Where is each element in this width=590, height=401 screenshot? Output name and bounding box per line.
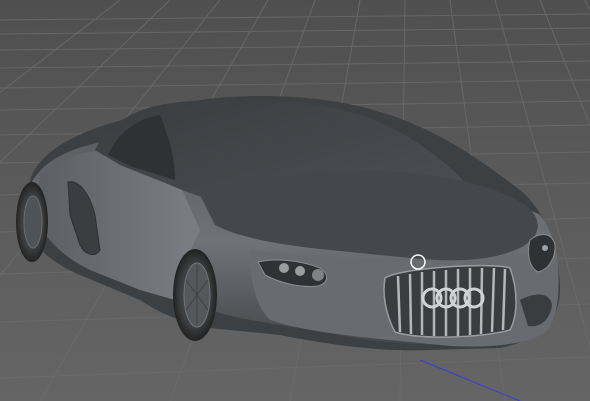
- viewport-canvas[interactable]: [0, 0, 590, 401]
- front-grille: [383, 264, 517, 338]
- rear-wheel: [16, 182, 48, 262]
- 3d-viewport[interactable]: [0, 0, 590, 401]
- front-wheel: [173, 249, 217, 341]
